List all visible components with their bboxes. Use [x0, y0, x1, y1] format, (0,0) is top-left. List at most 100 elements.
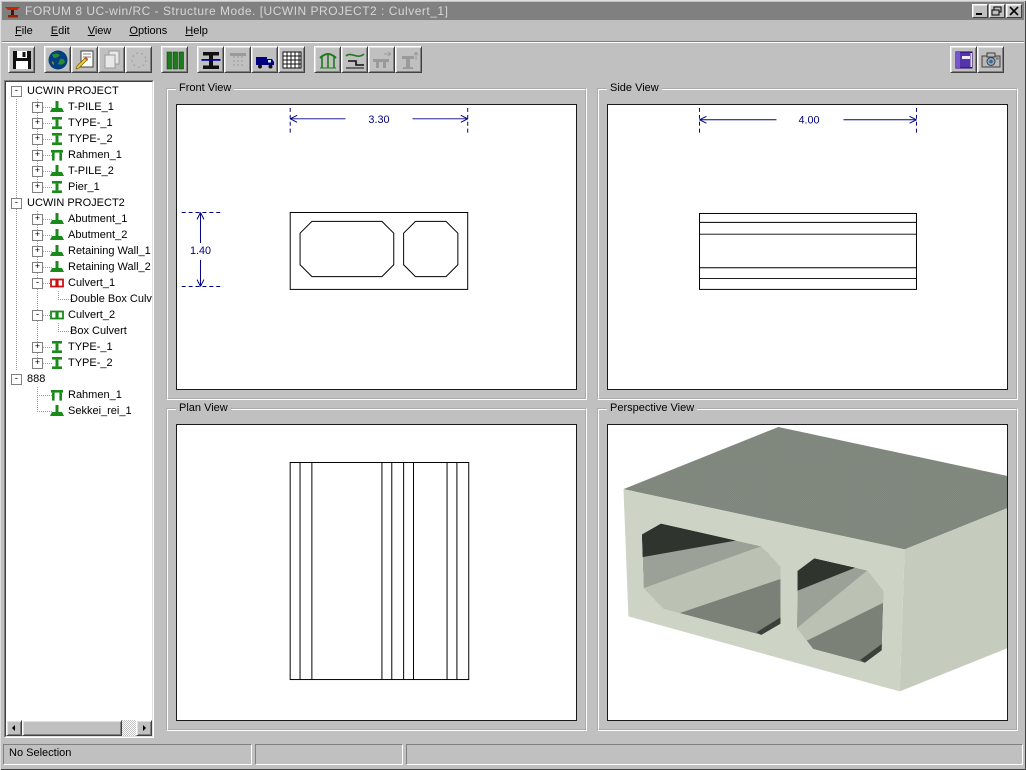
tree-expand-box[interactable]: +: [32, 214, 43, 225]
minimize-button[interactable]: [972, 4, 988, 18]
culvert-icon: [49, 276, 65, 290]
pile-icon: [49, 228, 65, 242]
tree-item-culvert-2[interactable]: -Culvert_2: [6, 307, 152, 323]
tree-item-label: Sekkei_rei_1: [68, 405, 132, 417]
toolbar-edit-structure-button[interactable]: [71, 46, 98, 73]
menu-view[interactable]: View: [79, 23, 121, 39]
ibeam-icon: [49, 132, 65, 146]
pile-icon: [49, 244, 65, 258]
plan-view-group: Plan View: [166, 408, 587, 731]
menu-options[interactable]: Options: [120, 23, 176, 39]
tree-guide-line: [16, 163, 17, 179]
tree-expand-box[interactable]: +: [32, 134, 43, 145]
globe-icon: [46, 48, 70, 72]
toolbar: [2, 41, 1024, 77]
tree-collapse-box[interactable]: -: [11, 198, 22, 209]
tree-item-abutment-2[interactable]: +Abutment_2: [6, 227, 152, 243]
tree-item-type-1[interactable]: +TYPE-_1: [6, 339, 152, 355]
tree-expand-box[interactable]: +: [32, 102, 43, 113]
toolbar-pile-foundation-button[interactable]: [224, 46, 251, 73]
pile-icon: [49, 260, 65, 274]
tree-collapse-box[interactable]: -: [32, 278, 43, 289]
tree-horizontal-scrollbar[interactable]: [6, 720, 152, 736]
menu-edit[interactable]: Edit: [42, 23, 79, 39]
tree-guide-line: [37, 323, 38, 339]
side-view-canvas[interactable]: 4.00: [607, 104, 1008, 390]
tree-guide-line: [16, 307, 17, 323]
tree-expand-box[interactable]: +: [32, 246, 43, 257]
tree-item-rahmen-1[interactable]: Rahmen_1: [6, 387, 152, 403]
tree-expand-box[interactable]: +: [32, 182, 43, 193]
tree-item-type-1[interactable]: +TYPE-_1: [6, 115, 152, 131]
tree-guide-line: [16, 227, 17, 243]
tree-item-rahmen-1[interactable]: +Rahmen_1: [6, 147, 152, 163]
tree-item-retaining-wall-1[interactable]: +Retaining Wall_1: [6, 243, 152, 259]
tree-item-double-box-culver[interactable]: Double Box Culver: [6, 291, 152, 307]
menu-file[interactable]: File: [6, 23, 42, 39]
tree-item-label: TYPE-_2: [68, 357, 113, 369]
tree-item-abutment-1[interactable]: +Abutment_1: [6, 211, 152, 227]
scroll-left-button[interactable]: [6, 720, 22, 736]
marquee-icon: [127, 48, 151, 72]
restore-button[interactable]: [989, 4, 1005, 18]
toolbar-pile-group-button[interactable]: [161, 46, 188, 73]
toolbar-snapshot-button[interactable]: [977, 46, 1004, 73]
toolbar-retaining-wall-button[interactable]: [341, 46, 368, 73]
culvert-icon: [49, 308, 65, 322]
toolbar-world-view-button[interactable]: [44, 46, 71, 73]
toolbar-copy-structure-button[interactable]: [98, 46, 125, 73]
floppy-icon: [10, 48, 34, 72]
close-button[interactable]: [1006, 4, 1022, 18]
tree-item-label: Rahmen_1: [68, 389, 122, 401]
tree-item-retaining-wall-2[interactable]: + Retaining Wall_2: [6, 259, 152, 275]
tree-guide-line: [37, 291, 38, 307]
tree-collapse-box[interactable]: -: [32, 310, 43, 321]
tree-expand-box[interactable]: +: [32, 342, 43, 353]
toolbar-pier-button[interactable]: [197, 46, 224, 73]
toolbar-select-marquee-button[interactable]: [125, 46, 152, 73]
toolbar-frame-structure-button[interactable]: [314, 46, 341, 73]
bridge-arrow-icon: [370, 48, 394, 72]
plan-view-canvas[interactable]: [176, 424, 577, 721]
tree-item-888[interactable]: -888: [6, 371, 152, 387]
plan-view-drawing: [177, 425, 576, 720]
tree-item-ucwin-project2[interactable]: -UCWIN PROJECT2: [6, 195, 152, 211]
toolbar-vehicle-load-button[interactable]: [251, 46, 278, 73]
front-width-dimension: 3.30: [368, 114, 389, 126]
tree-item-pier-1[interactable]: +Pier_1: [6, 179, 152, 195]
tree-item-label: Retaining Wall_2: [68, 261, 151, 273]
tree-collapse-box[interactable]: -: [11, 86, 22, 97]
tree-item-label: T-PILE_2: [68, 165, 114, 177]
toolbar-pier-move-button[interactable]: [395, 46, 422, 73]
tree-item-culvert-1[interactable]: -Culvert_1: [6, 275, 152, 291]
perspective-view-group: Perspective View: [597, 408, 1018, 731]
scrollbar-thumb[interactable]: [22, 720, 122, 736]
menu-help[interactable]: Help: [176, 23, 217, 39]
tree-item-type-2[interactable]: + TYPE-_2: [6, 131, 152, 147]
tree-expand-box[interactable]: +: [32, 262, 43, 273]
tree-expand-box[interactable]: +: [32, 358, 43, 369]
toolbar-save-button[interactable]: [8, 46, 35, 73]
toolbar-bridge-move-button[interactable]: [368, 46, 395, 73]
tree-expand-box[interactable]: +: [32, 150, 43, 161]
tree-expand-box[interactable]: +: [32, 118, 43, 129]
tree-item-label: TYPE-_2: [68, 133, 113, 145]
frame-icon: [316, 48, 340, 72]
toolbar-table-grid-button[interactable]: [278, 46, 305, 73]
tree-item-type-2[interactable]: + TYPE-_2: [6, 355, 152, 371]
tree-item-ucwin-project[interactable]: -UCWIN PROJECT: [6, 83, 152, 99]
front-view-canvas[interactable]: 3.30 1.40: [176, 104, 577, 390]
tree-collapse-box[interactable]: -: [11, 374, 22, 385]
tree-item-t-pile-2[interactable]: + T-PILE_2: [6, 163, 152, 179]
tree-item-sekkei-rei-1[interactable]: Sekkei_rei_1: [6, 403, 152, 419]
toolbar-manual-button[interactable]: [950, 46, 977, 73]
tree-item-t-pile-1[interactable]: +T-PILE_1: [6, 99, 152, 115]
ibeam-icon: [199, 48, 223, 72]
perspective-view-canvas[interactable]: [607, 424, 1008, 721]
tree-expand-box[interactable]: +: [32, 230, 43, 241]
tree-item-box-culvert[interactable]: Box Culvert: [6, 323, 152, 339]
app-window: FORUM 8 UC-win/RC - Structure Mode. [UCW…: [0, 0, 1026, 770]
plan-view-title: Plan View: [176, 402, 231, 414]
tree-expand-box[interactable]: +: [32, 166, 43, 177]
scroll-right-button[interactable]: [136, 720, 152, 736]
